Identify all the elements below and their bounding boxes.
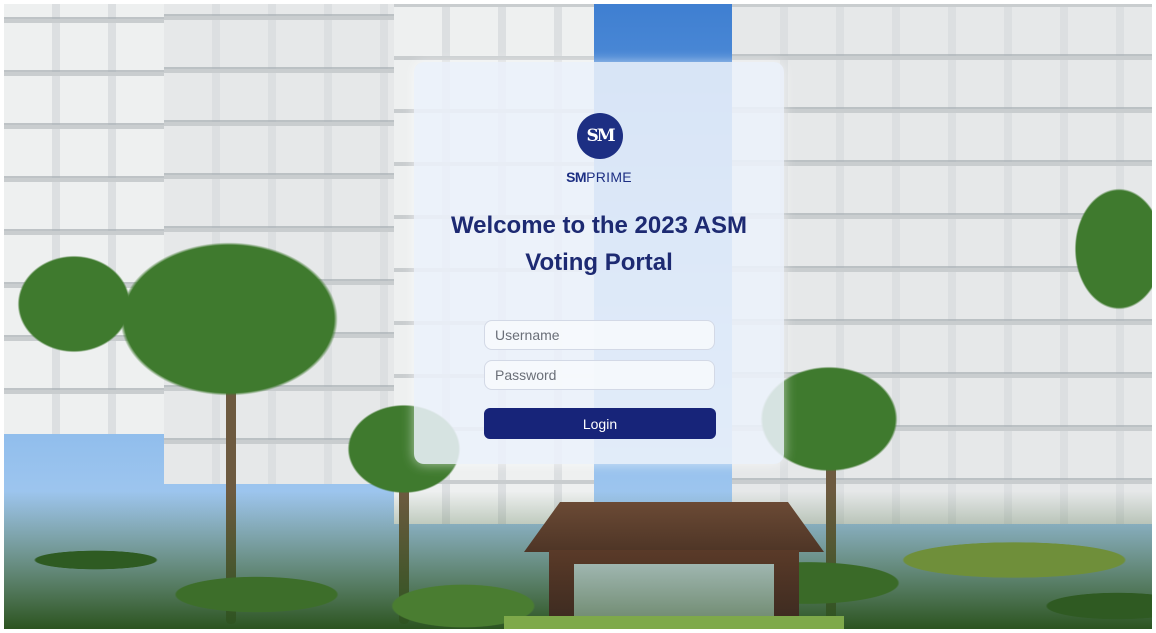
username-input[interactable] [484, 320, 715, 350]
brand-name-rest: PRIME [586, 169, 632, 185]
login-button[interactable]: Login [484, 408, 716, 439]
password-input[interactable] [484, 360, 715, 390]
sm-logo-icon: SM [577, 113, 623, 159]
welcome-line-1: Welcome to the 2023 ASM [450, 212, 748, 239]
lawn [504, 616, 844, 629]
login-card: SM SMPRIME Welcome to the 2023 ASM Votin… [414, 62, 784, 464]
welcome-line-2: Voting Portal [525, 249, 673, 276]
welcome-heading: Welcome to the 2023 ASM Voting Portal [414, 207, 784, 281]
brand-wordmark: SMPRIME [414, 169, 784, 185]
brand-name-bold: SM [566, 169, 587, 185]
pavilion-roof [524, 502, 824, 552]
